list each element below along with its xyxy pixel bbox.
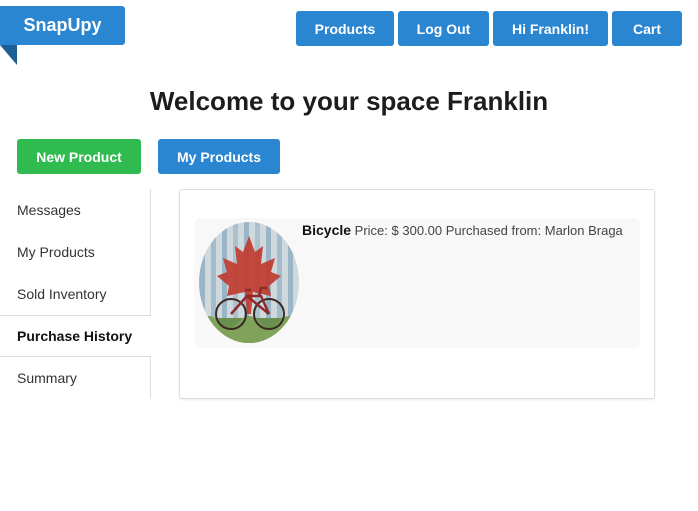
purchase-details: Bicycle Price: $ 300.00 Purchased from: … bbox=[302, 222, 623, 238]
sidebar-item-summary[interactable]: Summary bbox=[0, 357, 151, 399]
product-name: Bicycle bbox=[302, 222, 352, 238]
sidebar-item-messages[interactable]: Messages bbox=[0, 189, 151, 231]
brand-ribbon-fold bbox=[0, 45, 17, 65]
user-greeting-button[interactable]: Hi Franklin! bbox=[493, 11, 608, 46]
sidebar-item-my-products[interactable]: My Products bbox=[0, 231, 151, 273]
purchase-card[interactable]: Bicycle Price: $ 300.00 Purchased from: … bbox=[194, 218, 640, 348]
sidebar: Messages My Products Sold Inventory Purc… bbox=[0, 189, 151, 399]
top-nav: Products Log Out Hi Franklin! Cart bbox=[296, 11, 682, 46]
product-seller: Purchased from: Marlon Braga bbox=[445, 223, 623, 238]
product-image bbox=[199, 222, 299, 343]
brand-logo[interactable]: SnapUpy bbox=[0, 6, 125, 45]
sidebar-item-sold-inventory[interactable]: Sold Inventory bbox=[0, 273, 151, 315]
product-price: Price: $ 300.00 bbox=[354, 223, 443, 238]
new-product-button[interactable]: New Product bbox=[17, 139, 141, 174]
page-title: Welcome to your space Franklin bbox=[149, 86, 549, 116]
cart-button[interactable]: Cart bbox=[612, 11, 682, 46]
products-button[interactable]: Products bbox=[296, 11, 394, 46]
logout-button[interactable]: Log Out bbox=[398, 11, 489, 46]
purchase-history-panel: Bicycle Price: $ 300.00 Purchased from: … bbox=[179, 189, 655, 399]
sidebar-item-purchase-history[interactable]: Purchase History bbox=[0, 315, 151, 357]
my-products-button[interactable]: My Products bbox=[158, 139, 280, 174]
